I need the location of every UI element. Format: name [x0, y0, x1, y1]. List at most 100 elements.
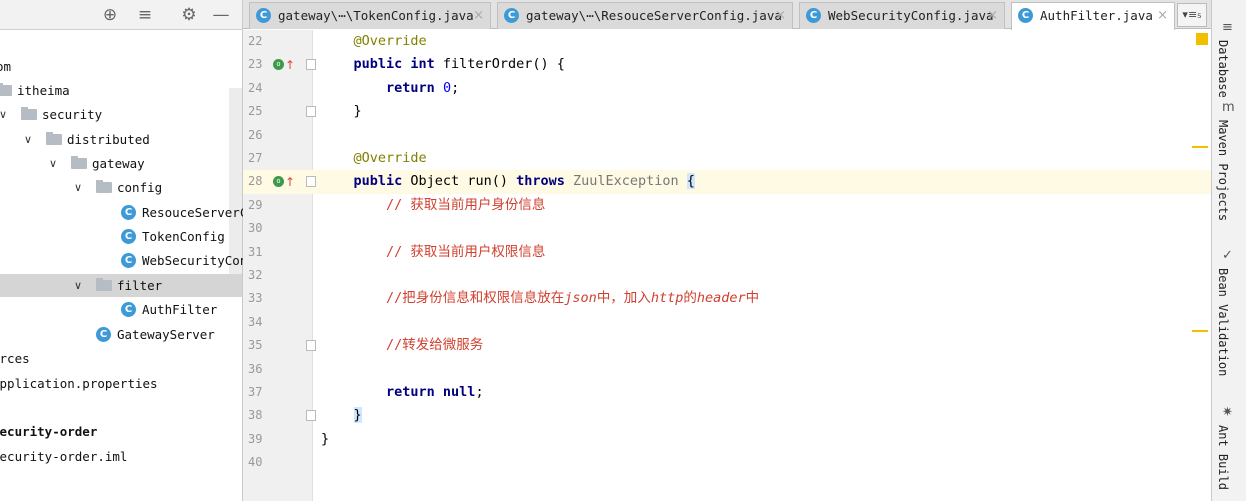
tree-item[interactable]: ∨ security	[0, 103, 242, 126]
code-line[interactable]: 29 // 获取当前用户身份信息	[243, 194, 1211, 217]
tree-item[interactable]: urces	[0, 347, 242, 370]
tree-item-label: TokenConfig	[142, 229, 225, 244]
tree-item-label: security-order	[0, 424, 98, 439]
line-number: 32	[248, 268, 263, 282]
tab-authfilterjava[interactable]: C AuthFilter.java ×	[1011, 2, 1175, 30]
tab-label: WebSecurityConfig.java	[828, 8, 994, 23]
code-line[interactable]: 35 //转发给微服务	[243, 334, 1211, 357]
chevron-down-icon[interactable]: ∨	[24, 128, 36, 151]
code-line[interactable]: 40	[243, 451, 1211, 474]
code-line[interactable]: 27 @Override	[243, 147, 1211, 170]
tree-item[interactable]: C TokenConfig	[0, 225, 242, 248]
folder-icon	[96, 278, 112, 291]
tree-item[interactable]: C GatewayServer	[0, 323, 242, 346]
fold-marker-icon[interactable]	[306, 59, 316, 71]
tree-item[interactable]: itheima	[0, 79, 242, 102]
code-line[interactable]: 24 return 0;	[243, 77, 1211, 100]
chevron-down-icon[interactable]: ∨	[74, 176, 86, 199]
tree-item[interactable]: ∨ config	[0, 176, 242, 199]
tree-item[interactable]: application.properties	[0, 372, 242, 395]
tree-item[interactable]	[0, 396, 242, 419]
tool-ant-build[interactable]: Ant Build	[1216, 425, 1230, 490]
tree-item-label: om	[0, 59, 12, 74]
code-line[interactable]: 37 return null;	[243, 381, 1211, 404]
tree-item[interactable]: security-order.iml	[0, 445, 242, 468]
fold-marker-icon[interactable]	[306, 176, 316, 188]
tree-item-label: filter	[117, 278, 163, 293]
tab-gatewaytokenconfigjava[interactable]: Cgateway\⋯\TokenConfig.java ×	[249, 2, 491, 29]
code-line[interactable]: 33 //把身份信息和权限信息放在json中，加入http的header中	[243, 287, 1211, 310]
database-icon[interactable]: ≡	[1222, 20, 1233, 35]
code-token: }	[321, 430, 330, 447]
bean-validation-icon[interactable]: ✓	[1222, 248, 1233, 263]
tree-item-label: itheima	[17, 83, 70, 98]
tree-item[interactable]: om	[0, 55, 242, 78]
fold-marker-icon[interactable]	[306, 106, 316, 118]
spring-boot-class-icon: C	[96, 327, 111, 342]
tree-item[interactable]: ∨ filter	[0, 274, 242, 297]
chevron-down-icon[interactable]: ∨	[74, 274, 86, 297]
code-line[interactable]: 25 }	[243, 100, 1211, 123]
code-line[interactable]: 23 o ↑ public int filterOrder() {	[243, 53, 1211, 76]
tab-gatewayresouceserverconfigjava[interactable]: Cgateway\⋯\ResouceServerConfig.java ×	[497, 2, 793, 29]
code-line[interactable]: 36	[243, 358, 1211, 381]
code-token: http	[650, 290, 684, 307]
close-icon[interactable]: ×	[775, 3, 786, 28]
line-number: 40	[248, 455, 263, 470]
line-number: 24	[248, 80, 263, 95]
line-number: 34	[248, 314, 263, 329]
collapse-all-icon[interactable]: ≡	[135, 5, 155, 25]
close-icon[interactable]: ×	[987, 3, 998, 28]
locate-icon[interactable]: ⊕	[100, 5, 120, 25]
code-token: json	[564, 290, 597, 307]
tool-maven-projects[interactable]: Maven Projects	[1216, 120, 1230, 221]
tool-bean-validation[interactable]: Bean Validation	[1216, 268, 1230, 376]
fold-marker-icon[interactable]	[306, 340, 316, 352]
code-line[interactable]: 30	[243, 217, 1211, 240]
maven-icon[interactable]: m	[1222, 100, 1235, 115]
code-line[interactable]: 39}	[243, 428, 1211, 451]
tabs-overflow-button[interactable]: ▾≡₅	[1177, 3, 1207, 27]
code-line[interactable]: 28 o ↑ public Object run() throws ZuulExce…	[243, 170, 1211, 194]
hide-icon[interactable]: —	[211, 5, 231, 25]
code-token: public int	[353, 56, 443, 73]
code-text: @Override	[321, 30, 427, 53]
implements-arrow-icon[interactable]: ↑	[285, 171, 295, 194]
tab-websecurityconfigjava[interactable]: C WebSecurityConfig.java ×	[799, 2, 1005, 29]
tree-item[interactable]: C ResouceServerConfig	[0, 201, 285, 224]
close-icon[interactable]: ×	[473, 3, 484, 28]
ant-icon[interactable]: ✷	[1222, 405, 1233, 420]
code-line[interactable]: 26	[243, 124, 1211, 147]
code-text: }	[321, 428, 329, 451]
tool-database[interactable]: Database	[1216, 40, 1230, 98]
gear-icon[interactable]: ⚙	[179, 5, 199, 25]
override-method-icon[interactable]: o	[273, 176, 284, 188]
code-text: // 获取当前用户权限信息	[321, 241, 545, 264]
code-line[interactable]: 22 @Override	[243, 30, 1211, 53]
override-method-icon[interactable]: o	[273, 59, 284, 71]
line-number: 31	[248, 244, 263, 259]
tree-item[interactable]: C WebSecurityConfig	[0, 249, 270, 272]
fold-marker-icon[interactable]	[306, 410, 316, 422]
project-toolbar: ⊕ ≡ ⚙ —	[0, 0, 242, 30]
chevron-down-icon[interactable]: ∨	[0, 103, 11, 126]
code-line[interactable]: 32	[243, 264, 1211, 287]
code-line[interactable]: 34	[243, 311, 1211, 334]
code-text: @Override	[321, 147, 427, 170]
tree-item[interactable]: ∨ gateway	[0, 152, 242, 175]
class-icon: C	[121, 229, 136, 244]
code-line[interactable]: 31 // 获取当前用户权限信息	[243, 241, 1211, 264]
chevron-down-icon[interactable]: ∨	[49, 152, 61, 175]
code-line[interactable]: 38 }	[243, 404, 1211, 427]
close-icon[interactable]: ×	[1157, 3, 1168, 28]
implements-arrow-icon[interactable]: ↑	[285, 54, 295, 77]
tree-item[interactable]: security-order	[0, 420, 242, 443]
class-icon: C	[121, 205, 136, 220]
tree-item[interactable]: ∨ distributed	[0, 128, 242, 151]
code-token: {	[686, 173, 695, 190]
class-icon: C	[806, 8, 821, 23]
tree-item[interactable]: C AuthFilter	[0, 298, 242, 321]
